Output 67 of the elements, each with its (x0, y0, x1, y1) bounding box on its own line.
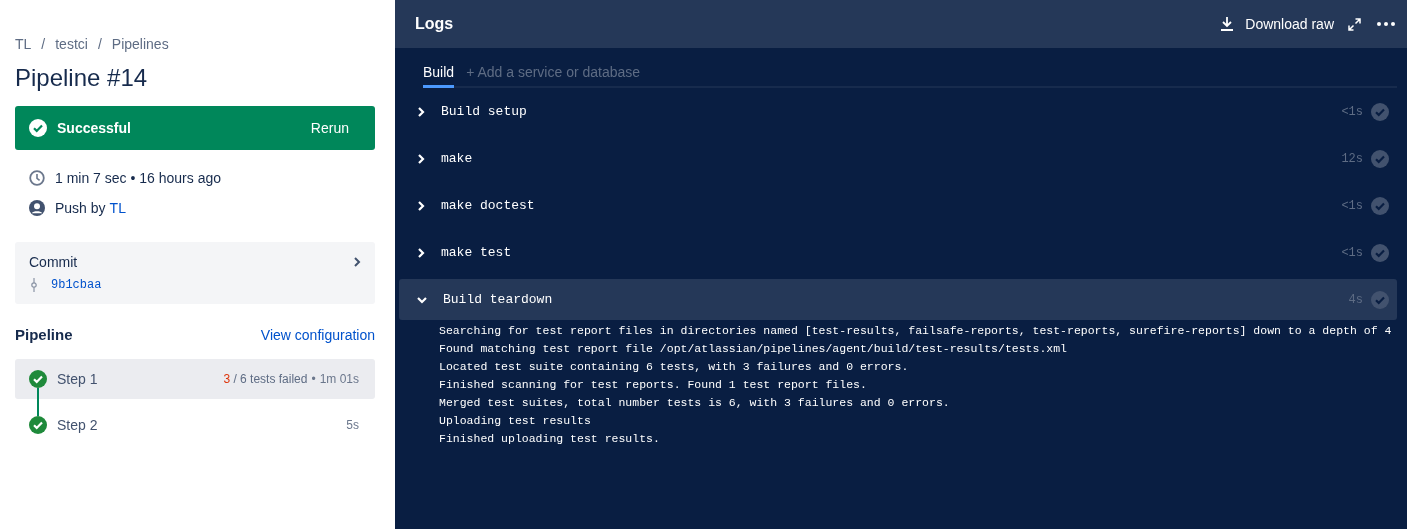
step-duration: 1m 01s (319, 372, 359, 386)
success-check-icon (29, 416, 47, 434)
log-section-row[interactable]: Build teardown 4s (399, 279, 1397, 320)
log-line: Located test suite containing 6 tests, with 3 failures and 0 errors. (439, 359, 910, 375)
log-section-row[interactable]: make doctest <1s (399, 185, 1397, 226)
log-section-name: make doctest (441, 198, 536, 213)
step-connector (37, 388, 39, 416)
log-line: Uploading test results (439, 413, 592, 429)
view-configuration-link[interactable]: View configuration (260, 326, 375, 343)
success-check-icon (29, 119, 47, 137)
pipeline-step[interactable]: Step 2 5s (15, 405, 375, 445)
success-check-icon (29, 370, 47, 388)
logs-title: Logs (415, 15, 455, 33)
trigger-text: Push by (55, 200, 106, 216)
commit-label: Commit (29, 254, 78, 270)
log-line: Searching for test report files in directories named [test-results, failsafe-reports, test-reports, surefire-reports] down to a depth of 4 (439, 323, 1393, 339)
log-section-duration: 12s (1341, 151, 1363, 166)
expand-icon[interactable] (1348, 17, 1361, 31)
log-section-name: make (441, 151, 474, 166)
chevron-right-icon (417, 247, 425, 258)
status-check-icon (1371, 149, 1389, 168)
log-section-duration: <1s (1341, 104, 1363, 119)
log-line: Finished scanning for test reports. Found 1 test report files. (439, 377, 868, 393)
log-line: Found matching test report file /opt/atlassian/pipelines/agent/build/test-results/tests.xml (439, 341, 1068, 357)
pipeline-heading: Pipeline (15, 326, 73, 343)
pipeline-step[interactable]: Step 1 3 / 6 tests failed • 1m 01s (15, 359, 375, 399)
log-tab[interactable]: Build (423, 60, 455, 88)
status-check-icon (1371, 196, 1389, 215)
duration-text: 1 min 7 sec • 16 hours ago (55, 170, 221, 186)
breadcrumb-separator: / (41, 36, 46, 52)
log-section-row[interactable]: make 12s (399, 138, 1397, 179)
author-link[interactable]: TL (109, 200, 126, 216)
log-section-name: Build setup (441, 104, 528, 119)
breadcrumb-separator: / (97, 36, 102, 52)
step-duration: 5s (346, 418, 359, 432)
clock-icon (29, 170, 45, 186)
rerun-button[interactable]: Rerun (298, 116, 361, 140)
log-line: Finished uploading test results. (439, 431, 661, 447)
chevron-right-icon (417, 153, 425, 164)
status-check-icon (1371, 290, 1389, 309)
breadcrumb-link[interactable]: Pipelines (111, 36, 169, 52)
status-check-icon (1371, 102, 1389, 121)
user-avatar-icon (29, 200, 45, 216)
chevron-right-icon[interactable] (353, 257, 361, 267)
more-options-icon[interactable] (1377, 22, 1395, 26)
status-check-icon (1371, 243, 1389, 262)
commit-hash-link[interactable]: 9b1cbaa (51, 278, 102, 292)
download-icon (1221, 17, 1234, 31)
log-section-duration: <1s (1341, 245, 1363, 260)
log-section-row[interactable]: make test <1s (399, 232, 1397, 273)
log-section-row[interactable]: Build setup <1s (399, 91, 1397, 132)
commit-icon (31, 278, 37, 292)
chevron-right-icon (417, 106, 425, 117)
log-section-duration: 4s (1348, 292, 1363, 307)
chevron-right-icon (417, 200, 425, 211)
chevron-down-icon (417, 295, 427, 304)
page-title: Pipeline #14 (15, 64, 149, 92)
separator-dot: • (311, 372, 316, 386)
breadcrumb-link[interactable]: testci (55, 36, 88, 52)
breadcrumb-link[interactable]: TL (15, 36, 32, 52)
status-label: Successful (57, 120, 132, 136)
log-section-duration: <1s (1341, 198, 1363, 213)
log-line: Merged test suites, total number tests is 6, with 3 failures and 0 errors. (439, 395, 951, 411)
log-section-name: make test (441, 245, 513, 260)
test-result-text: 3 / 6 tests failed (223, 372, 308, 386)
download-raw-button[interactable]: Download raw (1221, 16, 1334, 32)
log-section-name: Build teardown (443, 292, 554, 307)
